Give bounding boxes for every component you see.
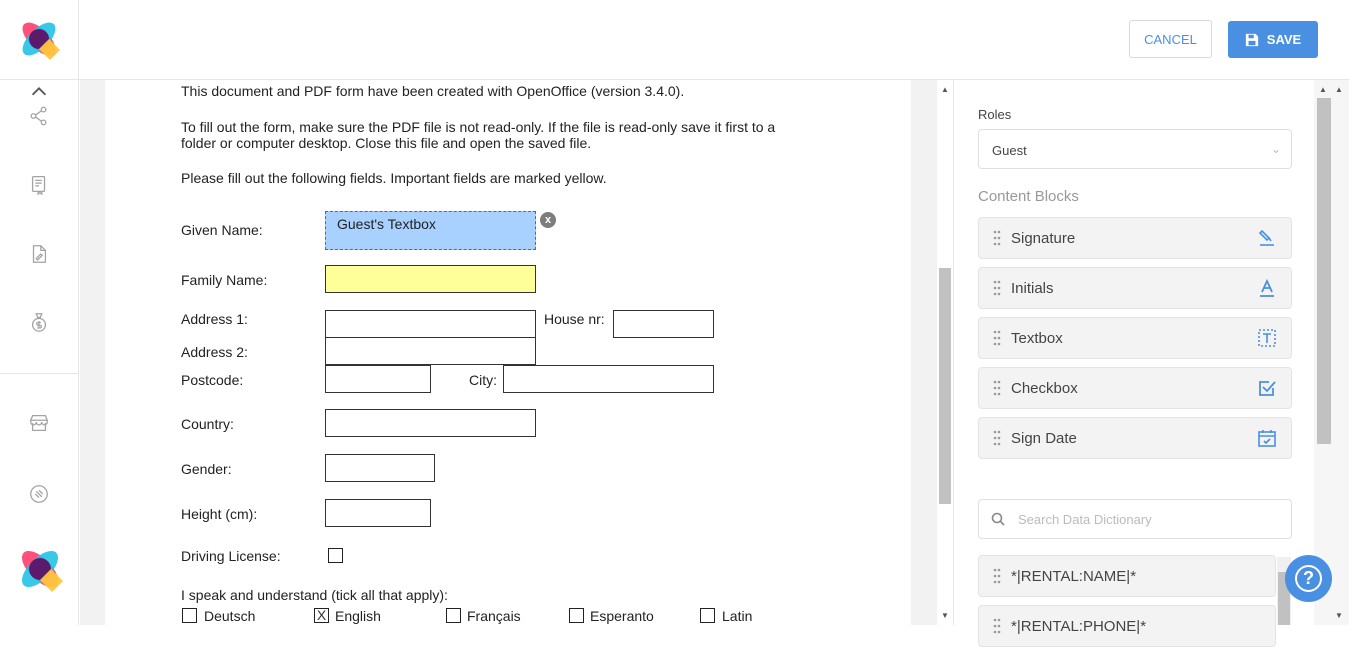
drag-handle-icon[interactable] <box>993 380 1001 396</box>
languages-prompt: I speak and understand (tick all that ap… <box>181 587 448 603</box>
family-name-field[interactable] <box>325 265 536 293</box>
intro-paragraph-3: Please fill out the following fields. Im… <box>181 170 607 186</box>
signature-icon <box>1257 228 1277 248</box>
country-label: Country: <box>181 416 234 432</box>
gender-label: Gender: <box>181 461 232 477</box>
content-block-textbox[interactable]: Textbox <box>978 317 1292 359</box>
latin-checkbox[interactable] <box>700 608 715 623</box>
drag-handle-icon[interactable] <box>993 280 1001 296</box>
height-label: Height (cm): <box>181 506 258 522</box>
content-block-label: Signature <box>1011 230 1076 247</box>
dictionary-item-label: *|RENTAL:PHONE|* <box>1011 618 1147 635</box>
scroll-up-arrow-icon[interactable]: ▲ <box>1319 85 1327 94</box>
content-block-label: Textbox <box>1011 330 1063 347</box>
driving-license-label: Driving License: <box>181 548 281 564</box>
panel-scrollbar[interactable]: ▲ ▲ ▼ <box>1314 80 1349 625</box>
dictionary-item-label: *|RENTAL:NAME|* <box>1011 568 1137 585</box>
driving-license-checkbox[interactable] <box>328 548 343 563</box>
app-logo-bottom[interactable] <box>17 546 63 592</box>
francais-checkbox[interactable] <box>446 608 461 623</box>
francais-label: Français <box>467 608 521 624</box>
postcode-field[interactable] <box>325 365 431 393</box>
search-placeholder: Search Data Dictionary <box>1018 512 1152 527</box>
chevron-down-icon: ⌄ <box>1270 142 1281 156</box>
deutsch-label: Deutsch <box>204 608 256 624</box>
roles-select-value: Guest <box>992 143 1027 158</box>
city-label: City: <box>469 372 497 388</box>
intro-paragraph-1: This document and PDF form have been cre… <box>181 83 685 99</box>
cancel-button[interactable]: CANCEL <box>1129 20 1212 58</box>
height-field[interactable] <box>325 499 431 527</box>
drag-handle-icon[interactable] <box>993 430 1001 446</box>
gender-field[interactable] <box>325 454 435 482</box>
share-icon[interactable] <box>27 104 51 128</box>
drag-handle-icon[interactable] <box>993 618 1001 634</box>
rail-divider <box>0 373 79 374</box>
textbox-icon <box>1257 328 1277 348</box>
guest-textbox-field[interactable]: Guest's Textbox <box>325 211 536 250</box>
app-logo[interactable] <box>18 18 60 60</box>
content-blocks-label: Content Blocks <box>978 188 1079 205</box>
content-block-label: Checkbox <box>1011 380 1078 397</box>
content-block-label: Initials <box>1011 280 1054 297</box>
address1-field[interactable] <box>325 310 536 338</box>
house-nr-field[interactable] <box>613 310 714 338</box>
scroll-down-arrow-icon[interactable]: ▼ <box>941 611 949 620</box>
documents-icon[interactable] <box>27 172 51 196</box>
document-scrollbar[interactable]: ▲ ▼ <box>937 80 953 625</box>
search-icon <box>991 512 1005 526</box>
scroll-up-arrow-icon[interactable]: ▲ <box>1335 85 1343 94</box>
question-icon: ? <box>1295 565 1322 592</box>
dictionary-item[interactable]: *|RENTAL:NAME|* <box>978 555 1276 597</box>
house-nr-label: House nr: <box>544 311 605 327</box>
given-name-label: Given Name: <box>181 222 263 238</box>
scroll-down-arrow-icon[interactable]: ▼ <box>1335 611 1343 620</box>
latin-label: Latin <box>722 608 753 624</box>
store-icon[interactable] <box>27 411 51 435</box>
country-field[interactable] <box>325 409 536 437</box>
content-block-signature[interactable]: Signature <box>978 217 1292 259</box>
address2-field[interactable] <box>325 337 536 365</box>
left-rail <box>0 0 79 625</box>
address2-label: Address 2: <box>181 344 248 360</box>
content-block-initials[interactable]: Initials <box>978 267 1292 309</box>
postcode-label: Postcode: <box>181 372 244 388</box>
floppy-disk-icon <box>1245 33 1258 46</box>
esperanto-checkbox[interactable] <box>569 608 584 623</box>
panel-scrollbar-thumb[interactable] <box>1317 98 1331 444</box>
content-block-checkbox[interactable]: Checkbox <box>978 367 1292 409</box>
save-button[interactable]: SAVE <box>1228 21 1318 58</box>
checkbox-icon <box>1257 378 1277 398</box>
drag-handle-icon[interactable] <box>993 330 1001 346</box>
intro-paragraph-2b: folder or computer desktop. Close this f… <box>181 135 592 151</box>
save-button-label: SAVE <box>1266 32 1302 47</box>
money-bag-icon[interactable] <box>27 310 51 334</box>
esperanto-label: Esperanto <box>590 608 654 624</box>
english-label: English <box>335 608 381 624</box>
address1-label: Address 1: <box>181 311 248 327</box>
calendar-icon <box>1257 428 1277 448</box>
scroll-up-arrow-icon[interactable]: ▲ <box>941 85 949 94</box>
document-scrollbar-thumb[interactable] <box>939 268 951 504</box>
english-checkbox[interactable]: X <box>314 608 329 623</box>
roles-select[interactable]: Guest ⌄ <box>978 129 1292 169</box>
roles-label: Roles <box>978 107 1012 122</box>
drag-handle-icon[interactable] <box>993 568 1001 584</box>
chevron-up-icon[interactable] <box>27 85 51 99</box>
content-block-sign-date[interactable]: Sign Date <box>978 417 1292 459</box>
rail-divider <box>0 79 79 80</box>
initials-icon <box>1257 278 1277 298</box>
content-block-label: Sign Date <box>1011 430 1077 447</box>
drag-handle-icon[interactable] <box>993 230 1001 246</box>
contract-icon[interactable] <box>27 242 51 266</box>
family-name-label: Family Name: <box>181 272 268 288</box>
city-field[interactable] <box>503 365 714 393</box>
dictionary-search-input[interactable]: Search Data Dictionary <box>978 499 1292 539</box>
deutsch-checkbox[interactable] <box>182 608 197 623</box>
integration-icon[interactable] <box>27 482 51 506</box>
intro-paragraph-2: To fill out the form, make sure the PDF … <box>181 119 776 135</box>
help-button[interactable]: ? <box>1285 555 1332 602</box>
remove-field-button[interactable]: x <box>540 212 556 228</box>
dictionary-item[interactable]: *|RENTAL:PHONE|* <box>978 605 1276 647</box>
